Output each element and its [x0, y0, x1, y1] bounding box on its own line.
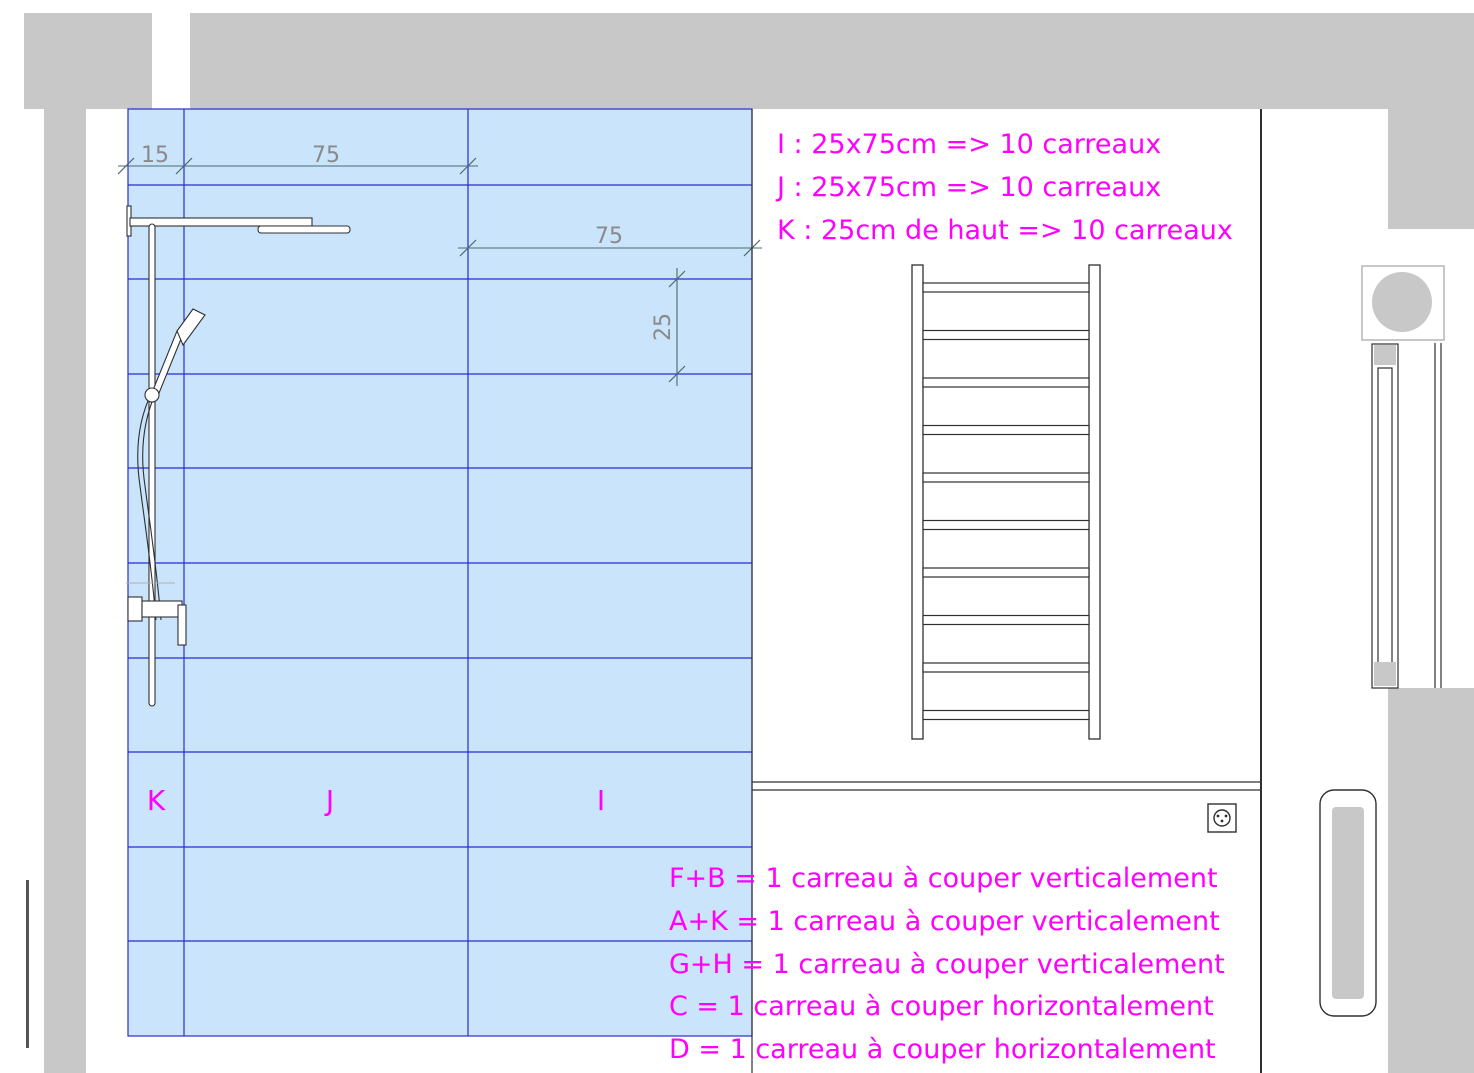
wall-mirror-icon [1319, 789, 1377, 1017]
right-upper-wall-segment [1388, 109, 1474, 229]
towel-rail-bar-3 [922, 377, 1090, 388]
dimension-j-width: 75 [312, 143, 340, 168]
dimension-tile-height: 25 [651, 313, 676, 341]
towel-rail-bar-6 [922, 519, 1090, 531]
power-outlet-icon [1207, 803, 1237, 833]
towel-rail-bar-4 [922, 424, 1090, 436]
top-left-wall-segment [24, 13, 152, 109]
towel-rail-bar-9 [922, 662, 1090, 673]
left-wall-edge-line [26, 880, 29, 1048]
zone-k-label: K [147, 784, 166, 817]
note-cut-d: D = 1 carreau à couper horizontalement [669, 1034, 1216, 1065]
towel-rail-bar-8 [922, 614, 1090, 626]
dimension-k-width: 15 [141, 143, 169, 168]
note-cut-fb: F+B = 1 carreau à couper verticalement [669, 863, 1218, 894]
note-tile-j: J : 25x75cm => 10 carreaux [775, 172, 1161, 203]
zone-i-label: I [597, 784, 605, 817]
note-cut-gh: G+H = 1 carreau à couper verticalement [669, 949, 1225, 980]
cutting-notes: F+B = 1 carreau à couper verticalement A… [669, 863, 1225, 1065]
zone-j-label: J [324, 784, 334, 817]
towel-rail-bar-1 [922, 282, 1090, 293]
top-wall-segment [190, 13, 1474, 109]
bathroom-wall-elevation-diagram: K J I 15 75 75 25 I : 25x75cm => 10 carr… [0, 0, 1474, 1073]
towel-rail-bar-7 [922, 567, 1090, 578]
note-tile-k: K : 25cm de haut => 10 carreaux [777, 215, 1233, 246]
towel-rail-bar-10 [922, 709, 1090, 721]
note-cut-c: C = 1 carreau à couper horizontalement [669, 991, 1214, 1022]
towel-rail-left-post [911, 264, 924, 740]
right-lower-wall-segment [1388, 688, 1474, 1073]
towel-rail-bar-5 [922, 472, 1090, 483]
left-wall-segment [44, 109, 86, 1073]
note-tile-i: I : 25x75cm => 10 carreaux [777, 129, 1161, 160]
towel-rail-right-post [1088, 264, 1101, 740]
towel-rail-bar-2 [922, 329, 1090, 341]
note-cut-ak: A+K = 1 carreau à couper verticalement [669, 906, 1220, 937]
dimension-i-width: 75 [595, 224, 623, 249]
